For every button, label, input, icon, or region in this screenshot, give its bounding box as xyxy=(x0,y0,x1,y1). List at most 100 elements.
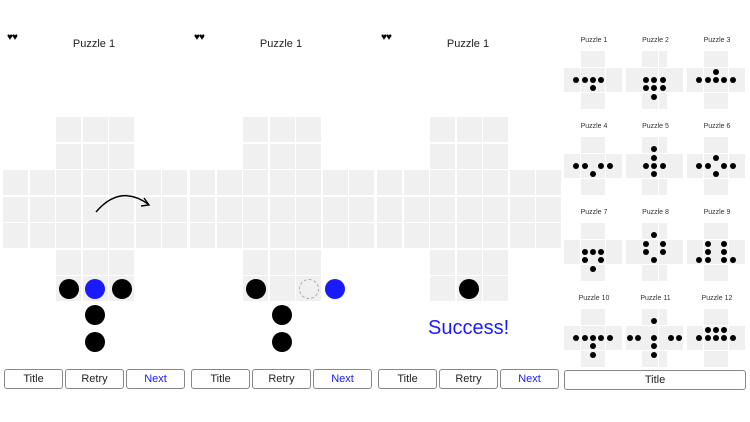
board-hole[interactable] xyxy=(56,249,81,275)
board-hole[interactable] xyxy=(536,223,561,248)
board-hole[interactable] xyxy=(135,223,161,248)
board-hole[interactable] xyxy=(483,276,508,301)
board-hole[interactable] xyxy=(109,223,134,248)
puzzle-thumbnail[interactable]: Puzzle 4 xyxy=(564,123,624,198)
board-hole[interactable] xyxy=(322,196,348,222)
title-button[interactable]: Title xyxy=(564,370,746,390)
board-hole[interactable] xyxy=(296,223,321,248)
board-hole[interactable] xyxy=(82,117,108,142)
peg[interactable] xyxy=(58,278,79,299)
board-hole[interactable] xyxy=(296,143,321,169)
board-hole[interactable] xyxy=(456,249,482,275)
board-hole[interactable] xyxy=(456,117,482,142)
board-hole[interactable] xyxy=(269,117,295,142)
board-hole[interactable] xyxy=(456,223,482,248)
board-hole[interactable] xyxy=(243,196,268,222)
board-hole[interactable] xyxy=(430,276,455,301)
next-button[interactable]: Next xyxy=(313,369,372,389)
board-hole[interactable] xyxy=(56,170,81,195)
board-hole[interactable] xyxy=(509,170,535,195)
title-button[interactable]: Title xyxy=(191,369,250,389)
peg[interactable] xyxy=(272,331,292,352)
peg[interactable] xyxy=(111,278,132,299)
board-hole[interactable] xyxy=(82,223,108,248)
peg[interactable] xyxy=(459,278,479,299)
board-hole[interactable] xyxy=(456,170,482,195)
board-hole[interactable] xyxy=(509,196,535,222)
board-hole[interactable] xyxy=(483,170,508,195)
puzzle-thumbnail[interactable]: Puzzle 3 xyxy=(687,37,747,112)
board-hole[interactable] xyxy=(56,196,81,222)
next-button[interactable]: Next xyxy=(500,369,559,389)
puzzle-thumbnail[interactable]: Puzzle 8 xyxy=(625,209,686,284)
board-hole[interactable] xyxy=(190,170,215,195)
board-hole[interactable] xyxy=(190,223,215,248)
puzzle-thumbnail[interactable]: Puzzle 5 xyxy=(625,123,686,198)
board-hole[interactable] xyxy=(109,249,134,275)
board-hole[interactable] xyxy=(82,143,108,169)
board-hole[interactable] xyxy=(243,170,268,195)
retry-button[interactable]: Retry xyxy=(439,369,498,389)
puzzle-thumbnail[interactable]: Puzzle 7 xyxy=(564,209,624,284)
board-hole[interactable] xyxy=(162,170,187,195)
board-hole[interactable] xyxy=(269,223,295,248)
board-hole[interactable] xyxy=(349,196,374,222)
peg[interactable] xyxy=(85,331,105,352)
board-hole[interactable] xyxy=(29,223,55,248)
board-hole[interactable] xyxy=(296,117,321,142)
board-hole[interactable] xyxy=(403,170,429,195)
board-hole[interactable] xyxy=(322,170,348,195)
board-hole[interactable] xyxy=(430,170,455,195)
board-hole[interactable] xyxy=(322,223,348,248)
board-hole[interactable] xyxy=(29,170,55,195)
board-hole[interactable] xyxy=(296,196,321,222)
puzzle-thumbnail[interactable]: Puzzle 6 xyxy=(687,123,747,198)
board-hole[interactable] xyxy=(430,117,455,142)
board-hole[interactable] xyxy=(162,223,187,248)
title-button[interactable]: Title xyxy=(378,369,437,389)
empty-slot[interactable] xyxy=(298,278,319,299)
title-button[interactable]: Title xyxy=(4,369,63,389)
board-hole[interactable] xyxy=(3,170,28,195)
board-hole[interactable] xyxy=(536,196,561,222)
puzzle-thumbnail[interactable]: Puzzle 12 xyxy=(687,295,747,370)
board-hole[interactable] xyxy=(109,117,134,142)
board-hole[interactable] xyxy=(29,196,55,222)
board-hole[interactable] xyxy=(430,249,455,275)
board-hole[interactable] xyxy=(483,249,508,275)
board-hole[interactable] xyxy=(349,223,374,248)
board-hole[interactable] xyxy=(456,196,482,222)
selected-peg[interactable] xyxy=(325,278,345,299)
peg[interactable] xyxy=(85,305,105,325)
puzzle-thumbnail[interactable]: Puzzle 10 xyxy=(564,295,624,370)
board-hole[interactable] xyxy=(243,117,268,142)
board-hole[interactable] xyxy=(403,223,429,248)
board-hole[interactable] xyxy=(216,223,242,248)
puzzle-thumbnail[interactable]: Puzzle 2 xyxy=(625,37,686,112)
board-hole[interactable] xyxy=(190,196,215,222)
peg[interactable] xyxy=(272,305,292,325)
peg[interactable] xyxy=(245,278,266,299)
board-hole[interactable] xyxy=(3,223,28,248)
next-button[interactable]: Next xyxy=(126,369,185,389)
board-hole[interactable] xyxy=(483,117,508,142)
board-hole[interactable] xyxy=(349,170,374,195)
puzzle-thumbnail[interactable]: Puzzle 11 xyxy=(625,295,686,370)
board-hole[interactable] xyxy=(216,170,242,195)
board-hole[interactable] xyxy=(216,196,242,222)
board-hole[interactable] xyxy=(430,223,455,248)
board-hole[interactable] xyxy=(296,170,321,195)
board-hole[interactable] xyxy=(269,170,295,195)
board-hole[interactable] xyxy=(509,223,535,248)
board-hole[interactable] xyxy=(56,143,81,169)
board-hole[interactable] xyxy=(483,196,508,222)
board-hole[interactable] xyxy=(430,143,455,169)
board-hole[interactable] xyxy=(456,143,482,169)
board-hole[interactable] xyxy=(483,223,508,248)
board-hole[interactable] xyxy=(56,223,81,248)
board-hole[interactable] xyxy=(109,143,134,169)
board-hole[interactable] xyxy=(243,143,268,169)
board-hole[interactable] xyxy=(3,196,28,222)
selected-peg[interactable] xyxy=(85,278,105,299)
board-hole[interactable] xyxy=(269,276,295,301)
